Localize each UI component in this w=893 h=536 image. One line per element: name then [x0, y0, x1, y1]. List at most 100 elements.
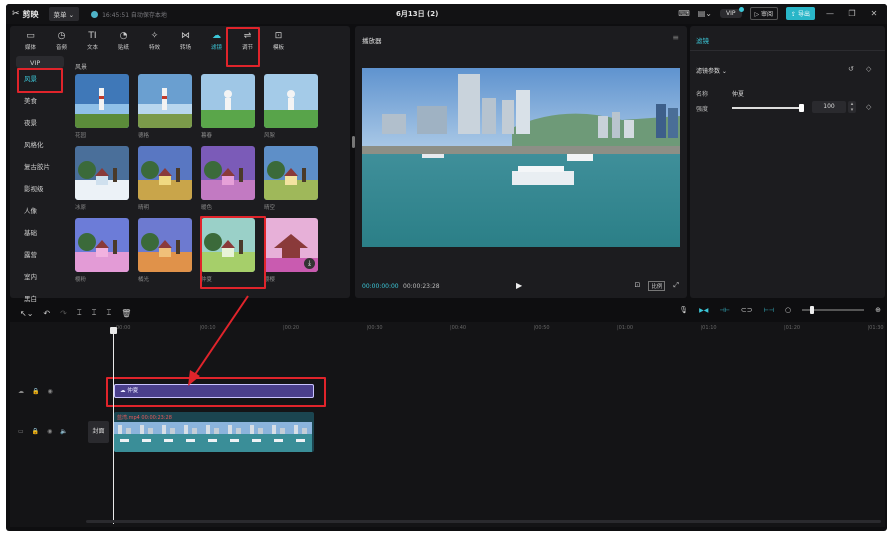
download-icon[interactable]: ⤓ — [304, 258, 315, 269]
close-icon[interactable]: ✕ — [867, 9, 881, 18]
category-item[interactable]: 复古胶片 — [16, 156, 64, 178]
filter-item[interactable]: 冰原 — [75, 146, 129, 218]
mute-icon[interactable]: 🔈 — [60, 428, 67, 435]
export-button[interactable]: ⇪ 导出 — [786, 7, 815, 20]
lock-icon[interactable]: 🔒 — [32, 428, 39, 435]
lock-icon[interactable]: 🔒 — [32, 388, 39, 395]
filter-item[interactable]: 风絮 — [264, 74, 318, 146]
tab-label: 转场 — [179, 45, 191, 51]
filter-thumbnail[interactable] — [264, 146, 318, 200]
tab-0[interactable]: ▭ 媒体 — [15, 26, 46, 56]
video-clip[interactable]: 蓝湾.mp4 00:00:23:28 — [114, 412, 314, 452]
zoom-out-icon[interactable]: ○ — [785, 306, 791, 314]
zoom-slider-handle[interactable] — [810, 306, 815, 314]
category-item[interactable]: 夜景 — [16, 112, 64, 134]
zoom-slider[interactable] — [802, 306, 865, 314]
link-icon[interactable]: ⊂⊃ — [741, 306, 753, 314]
ruler-tick: |00:10 — [199, 325, 216, 331]
tab-icon: ▭ — [26, 31, 35, 41]
maximize-icon[interactable]: ❐ — [845, 9, 859, 18]
filter-thumbnail[interactable] — [264, 74, 318, 128]
filter-item[interactable]: 樱粉 — [75, 218, 129, 290]
filter-item[interactable]: 晴明 — [138, 146, 192, 218]
redo-icon[interactable]: ↷ — [60, 309, 67, 318]
main-track-magnet-icon[interactable]: ▶◀ — [699, 307, 708, 314]
eye-icon[interactable]: ◉ — [47, 428, 52, 435]
category-item[interactable]: 风格化 — [16, 134, 64, 156]
keyboard-icon[interactable]: ⌨ — [678, 9, 690, 18]
reset-icon[interactable]: ↺ — [848, 65, 854, 73]
preview-axis-icon[interactable]: ⊢⊣ — [764, 307, 774, 314]
tab-1[interactable]: ◷ 音频 — [46, 26, 77, 56]
playhead-handle[interactable] — [110, 327, 117, 334]
timeline-scrollbar[interactable] — [86, 520, 881, 523]
ruler-tick: |00:30 — [366, 325, 383, 331]
layout-icon[interactable]: ▤⌄ — [698, 9, 712, 18]
filter-thumbnail[interactable] — [201, 146, 255, 200]
review-button[interactable]: ▷ 审阅 — [749, 7, 779, 20]
ratio-button[interactable]: 比例 — [648, 281, 666, 291]
menu-button[interactable]: 菜单 ⌄ — [48, 7, 80, 21]
filter-thumbnail[interactable] — [75, 146, 129, 200]
fit-screen-icon[interactable]: ⊡ — [635, 281, 641, 291]
fullscreen-icon[interactable]: ⤢ — [673, 281, 679, 291]
category-item[interactable]: 基础 — [16, 222, 64, 244]
player-menu-icon[interactable]: ≡ — [672, 33, 679, 42]
filter-thumbnail[interactable] — [138, 146, 192, 200]
category-item[interactable]: 室内 — [16, 266, 64, 288]
category-item[interactable]: VIP — [16, 56, 64, 68]
filter-params-section[interactable]: 滤镜参数 ⌄ — [696, 66, 727, 75]
category-item[interactable]: 美食 — [16, 90, 64, 112]
play-button[interactable]: ▶ — [516, 281, 522, 290]
filter-item[interactable]: 橘光 — [138, 218, 192, 290]
split-right-icon[interactable]: ⌶ — [106, 308, 111, 318]
tab-2[interactable]: TI 文本 — [77, 26, 108, 56]
strength-slider[interactable] — [732, 104, 804, 112]
undo-icon[interactable]: ↶ — [43, 309, 50, 318]
auto-snap-icon[interactable]: ⊣⊢ — [719, 307, 729, 314]
strength-keyframe-icon[interactable]: ◇ — [866, 103, 871, 111]
filter-thumbnail[interactable] — [75, 218, 129, 272]
filter-item[interactable]: 暮春 — [201, 74, 255, 146]
split-icon[interactable]: ⌶ — [77, 308, 82, 318]
strength-input[interactable]: 100 — [812, 101, 846, 113]
tab-icon: ⊡ — [274, 31, 283, 41]
project-title: 6月13日 (2) — [396, 10, 439, 18]
filter-name: 花园 — [75, 133, 87, 139]
filter-thumbnail[interactable] — [75, 74, 129, 128]
strength-slider-handle[interactable] — [799, 104, 804, 112]
filter-item[interactable]: 花园 — [75, 74, 129, 146]
minimize-icon[interactable]: — — [823, 9, 837, 18]
microphone-icon[interactable]: 🎙 — [679, 306, 688, 314]
tab-icon: ☁ — [212, 31, 221, 41]
category-item[interactable]: 露营 — [16, 244, 64, 266]
filter-thumbnail[interactable] — [138, 74, 192, 128]
delete-icon[interactable]: 🗑 — [121, 309, 131, 318]
filter-item[interactable]: 德格 — [138, 74, 192, 146]
vip-badge[interactable]: VIP — [720, 7, 744, 18]
tab-4[interactable]: ✧ 特效 — [139, 26, 170, 56]
filter-item[interactable]: 暖色 — [201, 146, 255, 218]
video-preview[interactable] — [362, 68, 680, 247]
filter-item[interactable]: 晴空 — [264, 146, 318, 218]
eye-icon[interactable]: ◉ — [47, 388, 52, 395]
strength-stepper[interactable]: ▴ ▾ — [848, 101, 856, 113]
filter-track-icon: ☁ — [18, 388, 24, 395]
tab-label: 文本 — [86, 45, 98, 51]
filter-item[interactable]: ⤓ 樱樱 — [264, 218, 318, 290]
select-tool-icon[interactable]: ↖⌄ — [20, 309, 33, 318]
time-ruler[interactable]: 00:00 |00:10 |00:20 |00:30 |00:40 |00:50 |01:0… — [78, 322, 885, 336]
filter-thumbnail[interactable] — [201, 74, 255, 128]
playhead[interactable] — [110, 327, 117, 524]
cover-button[interactable]: 封面 — [88, 421, 109, 443]
split-left-icon[interactable]: ⌶ — [92, 308, 97, 318]
keyframe-icon[interactable]: ◇ — [866, 65, 871, 73]
filter-thumbnail[interactable]: ⤓ — [264, 218, 318, 272]
tab-5[interactable]: ⋈ 转场 — [170, 26, 201, 56]
zoom-in-icon[interactable]: ⊕ — [875, 306, 881, 314]
category-item[interactable]: 人像 — [16, 200, 64, 222]
category-item[interactable]: 影视级 — [16, 178, 64, 200]
filter-thumbnail[interactable] — [138, 218, 192, 272]
tab-8[interactable]: ⊡ 模板 — [263, 26, 294, 56]
tab-3[interactable]: ◔ 贴纸 — [108, 26, 139, 56]
